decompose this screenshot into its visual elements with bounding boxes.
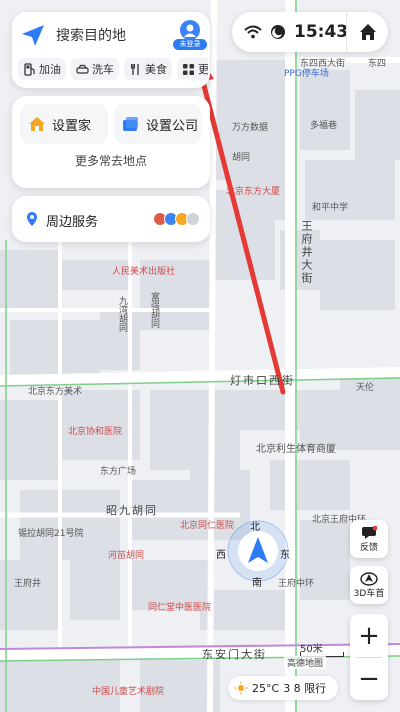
login-status-badge: 未登录 (173, 39, 207, 50)
map-label: 天伦 (356, 383, 375, 393)
traffic-restriction: 3 8 限行 (283, 682, 327, 695)
map-label: 王府井 (14, 579, 42, 589)
set-company-label: 设置公司 (146, 118, 199, 134)
map-label: 万方数据 (232, 123, 269, 133)
map-label: 北京利生体育商厦 (256, 444, 336, 455)
car-3d-icon (360, 571, 378, 586)
do-not-disturb-icon (271, 25, 285, 39)
set-home-button[interactable]: 设置家 (20, 104, 108, 144)
search-input[interactable]: 搜索目的地 (56, 25, 126, 45)
food-icon (131, 63, 139, 75)
nearby-service-icons (153, 212, 200, 226)
feedback-label: 反馈 (359, 542, 378, 553)
search-bar[interactable]: 搜索目的地 未登录 (12, 12, 210, 54)
nearby-services-card[interactable]: 周边服务 (12, 196, 210, 242)
more-service-icon (186, 212, 200, 226)
briefcase-icon (123, 117, 138, 131)
more-places-link[interactable]: 更多常去地点 (12, 152, 210, 169)
frequent-places-card: 设置家 设置公司 更多常去地点 (12, 96, 210, 188)
map-label: 锡拉胡同21号院 (18, 529, 84, 539)
map-label: 富强胡同 (149, 292, 159, 328)
weather-restriction-pill[interactable]: 25°C 3 8 限行 (228, 676, 338, 700)
clock: 15:43 (294, 22, 349, 42)
road-label: 东安门大街 (202, 648, 267, 661)
house-icon (29, 117, 45, 131)
status-bar-card: 15:43 (232, 12, 388, 52)
map-label: 北京东方美术 (28, 387, 83, 397)
more-icon (183, 63, 194, 75)
navigation-arrow-icon (22, 25, 44, 46)
map-label: 和平中学 (312, 203, 349, 213)
chip-label: 加油 (39, 63, 61, 76)
map-label: 河苗胡同 (108, 551, 145, 561)
temperature: 25°C (252, 681, 280, 695)
map-label: 多福巷 (310, 121, 338, 131)
chip-more[interactable]: 更 (177, 58, 208, 80)
sun-icon (234, 681, 248, 695)
compass-east: 东 (280, 550, 290, 561)
chip-food[interactable]: 美食 (124, 58, 172, 80)
road-label: 灯市口西街 (230, 374, 295, 387)
location-pin-icon (27, 212, 37, 226)
chip-label: 洗车 (92, 63, 114, 76)
home-button[interactable] (346, 12, 388, 52)
map-label: 北京同仁医院 (180, 521, 235, 531)
map-label: 胡同 (232, 153, 251, 163)
quick-category-chips: 加油 洗车 美食 更 (18, 58, 208, 82)
nearby-services-label: 周边服务 (46, 215, 99, 230)
map-label: 东四 (368, 59, 387, 69)
map-provider-logo: 高德地图 (284, 656, 327, 669)
map-label: PPG停车场 (284, 69, 329, 79)
compass-south: 南 (252, 578, 262, 589)
car-wash-icon (76, 64, 89, 74)
map-label: 北京协和医院 (68, 427, 123, 437)
chip-car-wash[interactable]: 洗车 (71, 58, 119, 80)
road-label: 昭九胡同 (106, 504, 158, 517)
map-label: 王府中环 (278, 579, 315, 589)
map-label: 中国儿童艺术剧院 (92, 687, 165, 697)
zoom-in-button[interactable]: + (350, 614, 388, 657)
zoom-out-button[interactable]: − (350, 657, 388, 700)
zoom-controls: + − (350, 614, 388, 700)
road-label: 王府井大街 (300, 220, 313, 285)
map-label: 同仁堂中医医院 (148, 603, 212, 613)
chip-label: 更 (198, 63, 208, 76)
car-view-label: 3D车首 (353, 588, 385, 599)
gas-station-icon (24, 62, 35, 76)
feedback-button[interactable]: 反馈 (350, 520, 388, 558)
set-home-label: 设置家 (52, 118, 92, 134)
compass-west: 西 (216, 550, 226, 561)
home-icon (359, 24, 376, 40)
feedback-icon (362, 525, 377, 539)
search-card: 搜索目的地 未登录 加油 洗车 美食 更 (12, 12, 210, 88)
car-view-mode-button[interactable]: 3D车首 (350, 566, 388, 604)
compass-north: 北 (250, 522, 260, 533)
user-avatar-button[interactable]: 未登录 (173, 20, 207, 50)
chip-gas[interactable]: 加油 (18, 58, 66, 80)
avatar-icon (180, 20, 200, 40)
map-label: 人民美术出版社 (112, 267, 176, 277)
set-company-button[interactable]: 设置公司 (114, 104, 202, 144)
map-label: 九湾胡同 (117, 296, 127, 332)
map-label: 东方广场 (100, 467, 137, 477)
chip-label: 美食 (145, 63, 167, 76)
wifi-icon (244, 25, 262, 39)
map-label: 北京东方大厦 (226, 187, 281, 197)
